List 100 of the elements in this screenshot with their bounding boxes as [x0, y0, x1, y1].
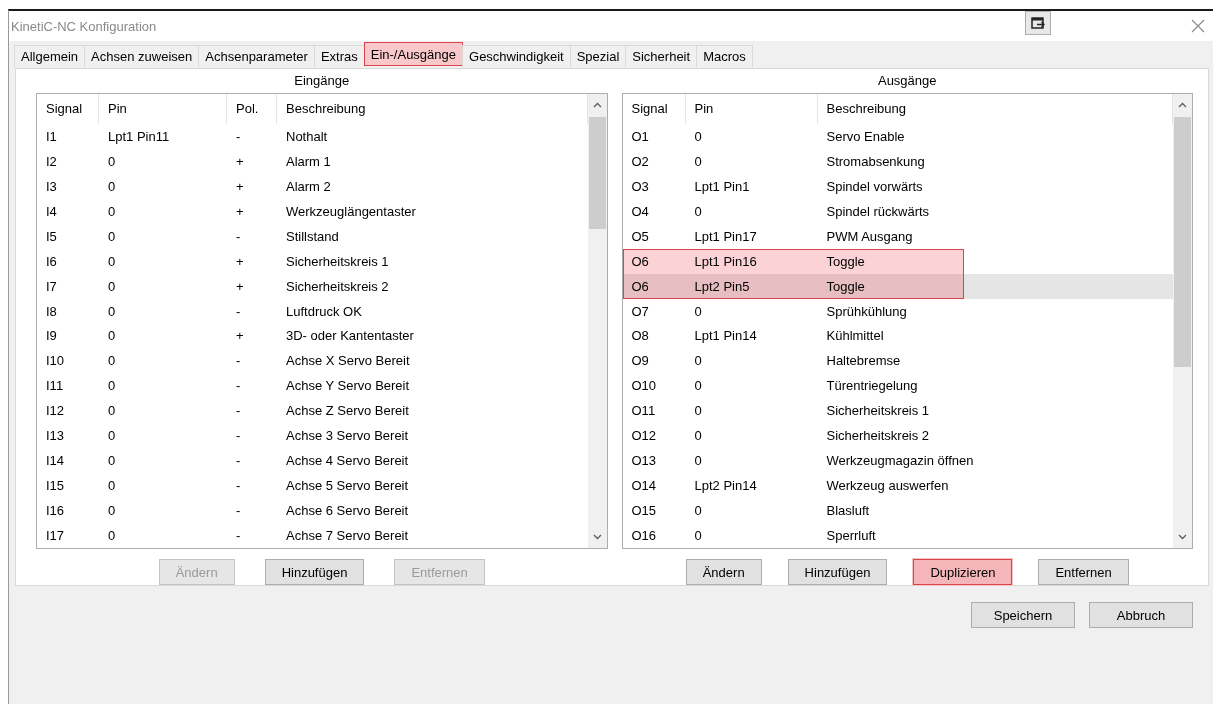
table-cell-text: PWM Ausgang: [825, 228, 914, 244]
table-cell-text: Sicherheitskreis 1: [825, 403, 931, 419]
table-cell-text: O3: [630, 178, 650, 194]
table-cell-text: -: [235, 503, 242, 519]
table-row[interactable]: O4 0 Spindel rückwärts: [622, 198, 1173, 224]
table-row[interactable]: I6 0 + Sicherheitskreis 1: [37, 248, 588, 274]
table-cell-text: 0: [107, 453, 117, 469]
table-row[interactable]: O6 Lpt1 Pin16 Toggle: [622, 248, 1173, 274]
table-cell-text: I12: [45, 403, 66, 419]
button[interactable]: Abbruch: [1089, 602, 1193, 628]
table-row[interactable]: I1 Lpt1 Pin11 - Nothalt: [37, 124, 588, 149]
tab[interactable]: Allgemein: [14, 45, 86, 67]
table-cell-text: 0: [693, 378, 703, 394]
table-row[interactable]: O16 0 Sperrluft: [622, 523, 1173, 548]
table-cell-text: +: [235, 178, 245, 194]
table-cell-text: Sprühkühlung: [825, 303, 908, 319]
table-cell-text: 0: [693, 353, 703, 369]
table-cell-text: 0: [693, 453, 703, 469]
table-cell-text: Sicherheitskreis 2: [285, 278, 390, 294]
table-row[interactable]: I2 0 + Alarm 1: [37, 148, 588, 174]
table-row[interactable]: O14 Lpt2 Pin14 Werkzeug auswerfen: [622, 473, 1173, 499]
table-row[interactable]: O7 0 Sprühkühlung: [622, 298, 1173, 324]
table-cell-text: O14: [630, 478, 658, 494]
scrollbar[interactable]: [587, 94, 607, 548]
tab[interactable]: Macros: [696, 45, 753, 67]
table-row[interactable]: I10 0 - Achse X Servo Bereit: [37, 348, 588, 374]
table-row[interactable]: O2 0 Stromabsenkung: [622, 148, 1173, 174]
table-row[interactable]: I9 0 + 3D- oder Kantentaster: [37, 323, 588, 349]
table-row[interactable]: I15 0 - Achse 5 Servo Bereit: [37, 473, 588, 499]
tab[interactable]: Geschwindigkeit: [462, 45, 571, 67]
table-cell-text: O6: [630, 278, 650, 294]
button[interactable]: Entfernen: [1038, 559, 1129, 585]
button[interactable]: Hinzufügen: [264, 559, 365, 585]
column-header[interactable]: Pol.: [227, 94, 277, 124]
table-row[interactable]: O15 0 Blasluft: [622, 498, 1173, 523]
table-cell-text: I7: [45, 278, 58, 294]
table-cell-text: O15: [630, 503, 658, 519]
table-cell-text: Blasluft: [825, 503, 871, 519]
table-row[interactable]: O9 0 Haltebremse: [622, 348, 1173, 374]
table-row[interactable]: I17 0 - Achse 7 Servo Bereit: [37, 523, 588, 548]
table-row[interactable]: I3 0 + Alarm 2: [37, 173, 588, 199]
table-cell-text: Werkzeug auswerfen: [825, 478, 950, 494]
table-cell-text: I5: [45, 228, 58, 244]
table-cell-text: Kühlmittel: [825, 328, 885, 344]
table-cell-text: I15: [45, 478, 66, 494]
table-row[interactable]: O6 Lpt2 Pin5 Toggle: [622, 273, 1173, 299]
table-row[interactable]: I5 0 - Stillstand: [37, 223, 588, 249]
table-cell-text: 0: [107, 203, 117, 219]
tab[interactable]: Achsenparameter: [198, 45, 315, 67]
table-cell-text: O4: [630, 203, 650, 219]
table-cell-text: +: [235, 253, 245, 269]
table-row[interactable]: O12 0 Sicherheitskreis 2: [622, 423, 1173, 449]
tab[interactable]: Extras: [313, 45, 365, 67]
table-cell-text: 0: [693, 153, 703, 169]
column-header[interactable]: Pin: [685, 94, 818, 124]
button[interactable]: Hinzufügen: [787, 559, 888, 585]
column-header[interactable]: Signal: [37, 94, 99, 124]
button[interactable]: Ändern: [685, 559, 762, 585]
scroll-thumb[interactable]: [1174, 117, 1191, 367]
scroll-thumb[interactable]: [588, 117, 606, 229]
table-row[interactable]: I4 0 + Werkzeuglängentaster: [37, 198, 588, 224]
table-row[interactable]: I16 0 - Achse 6 Servo Bereit: [37, 498, 588, 523]
close-icon[interactable]: [1191, 19, 1205, 33]
table-cell-text: Sicherheitskreis 2: [825, 428, 931, 444]
table-row[interactable]: O13 0 Werkzeugmagazin öffnen: [622, 448, 1173, 474]
table-cell-text: I10: [45, 353, 66, 369]
column-header[interactable]: Beschreibung: [277, 94, 588, 124]
tab[interactable]: Ein-/Ausgänge: [363, 42, 463, 66]
table-row[interactable]: I13 0 - Achse 3 Servo Bereit: [37, 423, 588, 449]
table-cell-text: 0: [693, 503, 703, 519]
button[interactable]: Duplizieren: [913, 559, 1013, 585]
table-cell-text: -: [235, 378, 242, 394]
table-row[interactable]: I7 0 + Sicherheitskreis 2: [37, 273, 588, 299]
table-row[interactable]: O3 Lpt1 Pin1 Spindel vorwärts: [622, 173, 1173, 199]
button[interactable]: Speichern: [971, 602, 1075, 628]
table-cell-text: Türentriegelung: [825, 378, 919, 394]
table-cell-text: I2: [45, 153, 58, 169]
table-row[interactable]: I12 0 - Achse Z Servo Bereit: [37, 398, 588, 424]
table-cell-text: O10: [630, 378, 658, 394]
table-row[interactable]: O11 0 Sicherheitskreis 1: [622, 398, 1173, 424]
table-row[interactable]: I14 0 - Achse 4 Servo Bereit: [37, 448, 588, 474]
scrollbar[interactable]: [1173, 94, 1192, 548]
column-header[interactable]: Pin: [99, 94, 227, 124]
table-row[interactable]: O5 Lpt1 Pin17 PWM Ausgang: [622, 223, 1173, 249]
table-cell-text: -: [235, 228, 242, 244]
table-cell-text: -: [235, 403, 242, 419]
column-header[interactable]: Signal: [622, 94, 686, 124]
table-row[interactable]: I8 0 - Luftdruck OK: [37, 298, 588, 324]
window-button[interactable]: [1025, 11, 1051, 35]
table-row[interactable]: O10 0 Türentriegelung: [622, 373, 1173, 399]
table-cell-text: O13: [630, 453, 658, 469]
table-cell-text: 3D- oder Kantentaster: [285, 328, 415, 344]
table-row[interactable]: O8 Lpt1 Pin14 Kühlmittel: [622, 323, 1173, 349]
tab[interactable]: Spezial: [569, 45, 627, 67]
table-cell-text: -: [235, 353, 242, 369]
table-cell-text: Spindel vorwärts: [825, 178, 924, 194]
table-row[interactable]: O1 0 Servo Enable: [622, 124, 1173, 149]
table-cell-text: Achse Z Servo Bereit: [285, 403, 410, 419]
table-row[interactable]: I11 0 - Achse Y Servo Bereit: [37, 373, 588, 399]
table-cell-text: -: [235, 428, 242, 444]
